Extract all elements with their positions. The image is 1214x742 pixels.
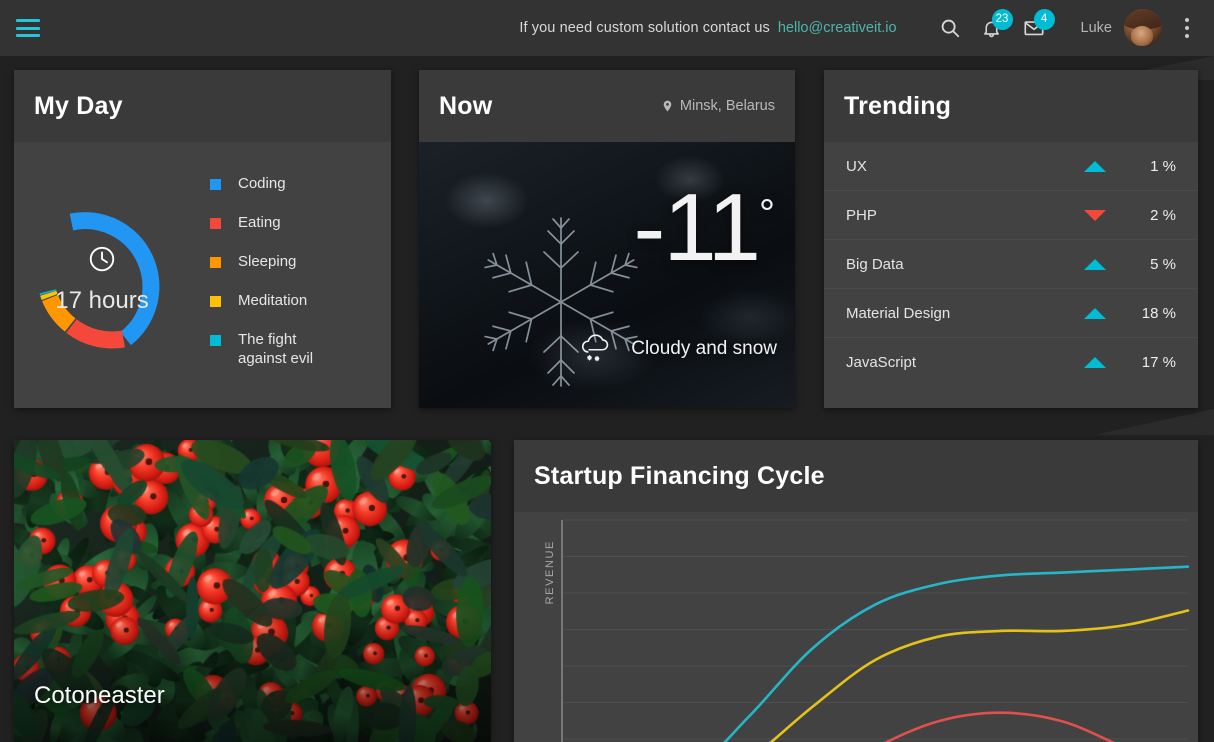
legend-swatch-sleeping xyxy=(210,257,221,268)
now-photo: -11° Cloudy and snow xyxy=(419,142,795,408)
weather-condition: Cloudy and snow xyxy=(577,332,777,366)
contact-message: If you need custom solution contact us xyxy=(519,20,770,36)
table-row[interactable]: Material Design 18 % xyxy=(824,289,1198,338)
trend-percent: 5 % xyxy=(1150,255,1176,273)
legend-label-meditation: Meditation xyxy=(238,292,308,309)
trend-name: UX xyxy=(846,157,867,175)
my-day-title: My Day xyxy=(34,91,123,120)
chart-y-axis-label: REVENUE xyxy=(544,540,556,605)
table-row[interactable]: JavaScript 17 % xyxy=(824,338,1198,387)
now-title: Now xyxy=(439,91,493,120)
now-location: Minsk, Belarus xyxy=(661,98,775,114)
kebab-dot xyxy=(1185,34,1189,38)
trending-list: UX 1 % PHP 2 % Big Data 5 % Material Des… xyxy=(824,142,1198,387)
cloud-snow-icon xyxy=(582,334,609,362)
mail-icon[interactable]: 4 xyxy=(1013,7,1055,49)
weather-condition-label: Cloudy and snow xyxy=(631,338,777,359)
now-header: Now Minsk, Belarus xyxy=(419,70,795,142)
contact-email-link[interactable]: hello@creativeit.io xyxy=(778,20,897,36)
legend-swatch-coding xyxy=(210,179,221,190)
legend-label-sleeping: Sleeping xyxy=(238,253,297,270)
snowflake-graphic xyxy=(484,217,638,387)
table-row[interactable]: UX 1 % xyxy=(824,142,1198,191)
temperature-value: -11 xyxy=(633,174,761,281)
table-row[interactable]: PHP 2 % xyxy=(824,191,1198,240)
table-row[interactable]: Big Data 5 % xyxy=(824,240,1198,289)
trending-card: Trending UX 1 % PHP 2 % Big Data 5 % Mat… xyxy=(824,70,1198,408)
now-location-label: Minsk, Belarus xyxy=(679,98,775,114)
topbar-actions: 23 4 Luke xyxy=(929,7,1214,49)
username-label: Luke xyxy=(1080,20,1112,36)
trending-title: Trending xyxy=(844,91,952,120)
trend-up-icon xyxy=(1084,307,1106,319)
legend-label-fight-against-evil: The fight against evil xyxy=(238,331,314,367)
degree-symbol: ° xyxy=(759,192,775,236)
trend-name: JavaScript xyxy=(846,354,917,371)
chart-plot-area: REVENUE xyxy=(514,512,1198,742)
photo-caption: Cotoneaster xyxy=(34,682,165,709)
trend-percent: 17 % xyxy=(1141,354,1176,371)
map-pin-icon xyxy=(663,100,672,112)
chart-line-series-2 xyxy=(769,609,1190,742)
hamburger-bar xyxy=(16,26,40,30)
notifications-bell-icon[interactable]: 23 xyxy=(971,7,1013,49)
legend-swatch-fight-against-evil xyxy=(210,335,221,346)
my-day-body: 17 hours Coding Eating Sleeping Meditati… xyxy=(14,142,391,408)
temperature-reading: -11° xyxy=(633,180,775,276)
my-day-card: My Day 17 hours Coding Eating Sleeping M… xyxy=(14,70,391,408)
kebab-dot xyxy=(1185,26,1189,30)
chart-header: Startup Financing Cycle xyxy=(514,440,1198,512)
my-day-donut-chart: 17 hours xyxy=(14,142,210,408)
clock-icon xyxy=(87,244,117,279)
kebab-menu-icon[interactable] xyxy=(1168,7,1206,49)
hamburger-icon[interactable] xyxy=(16,19,40,37)
trend-down-icon xyxy=(1084,209,1106,221)
trend-percent: 2 % xyxy=(1150,206,1176,224)
startup-financing-chart-card: Startup Financing Cycle REVENUE xyxy=(514,440,1198,742)
trend-name: Big Data xyxy=(846,255,904,273)
top-app-bar: If you need custom solution contact us h… xyxy=(0,0,1214,56)
trend-name: PHP xyxy=(846,206,877,224)
now-weather-card: Now Minsk, Belarus -11° Cloudy and snow xyxy=(419,70,795,408)
trend-up-icon xyxy=(1084,357,1106,368)
trend-percent: 1 % xyxy=(1150,157,1176,175)
chart-title: Startup Financing Cycle xyxy=(534,461,825,490)
legend-item-meditation[interactable]: Meditation xyxy=(210,291,391,310)
avatar[interactable] xyxy=(1124,9,1162,47)
trending-header: Trending xyxy=(824,70,1198,142)
cotoneaster-photo-card[interactable]: Cotoneaster xyxy=(14,440,491,742)
row-shadow-wedge xyxy=(1094,409,1214,435)
legend-item-sleeping[interactable]: Sleeping xyxy=(210,252,391,271)
my-day-legend: Coding Eating Sleeping Meditation The fi… xyxy=(210,142,391,408)
chart-svg xyxy=(561,519,1190,742)
notifications-badge: 23 xyxy=(991,9,1013,30)
trend-percent: 18 % xyxy=(1141,304,1176,322)
messages-badge: 4 xyxy=(1033,9,1055,30)
legend-item-eating[interactable]: Eating xyxy=(210,213,391,232)
legend-item-coding[interactable]: Coding xyxy=(210,174,391,193)
trend-up-icon xyxy=(1084,160,1106,172)
my-day-header: My Day xyxy=(14,70,391,142)
legend-label-eating: Eating xyxy=(238,214,281,231)
trend-name: Material Design xyxy=(846,304,951,322)
donut-total-hours: 17 hours xyxy=(55,286,149,314)
legend-item-fight-against-evil[interactable]: The fight against evil xyxy=(210,330,391,368)
kebab-dot xyxy=(1185,18,1189,22)
chart-line-series-3 xyxy=(883,711,1116,742)
legend-swatch-meditation xyxy=(210,296,221,307)
hamburger-bar xyxy=(16,19,40,22)
search-icon[interactable] xyxy=(929,7,971,49)
trend-up-icon xyxy=(1084,258,1106,270)
legend-swatch-eating xyxy=(210,218,221,229)
hamburger-bar xyxy=(16,34,40,37)
legend-label-coding: Coding xyxy=(238,175,286,192)
donut-center-label: 17 hours xyxy=(4,146,200,412)
